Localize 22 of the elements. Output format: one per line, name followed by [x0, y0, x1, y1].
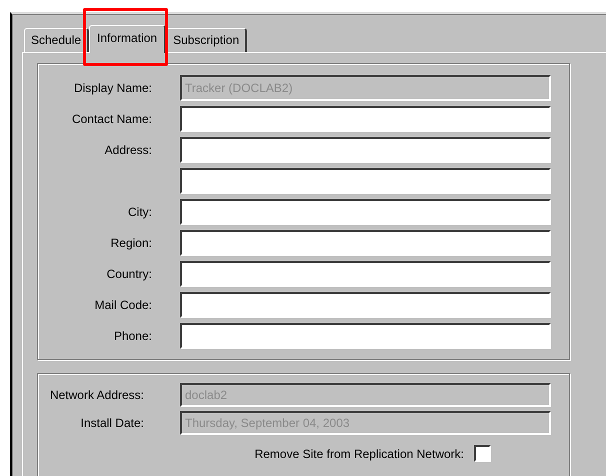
tab[interactable]: Subscription: [166, 28, 248, 52]
input-field[interactable]: [180, 323, 551, 349]
input-field[interactable]: [180, 137, 551, 163]
field-label: Network Address:: [48, 388, 144, 402]
checkbox-label: Remove Site from Replication Network:: [254, 446, 464, 460]
field-label: Contact Name:: [70, 112, 152, 126]
input-field[interactable]: [180, 199, 551, 225]
checkbox[interactable]: [474, 445, 491, 462]
tab[interactable]: Information: [89, 25, 166, 53]
field-label: Display Name:: [72, 81, 152, 95]
input-field[interactable]: [180, 230, 551, 256]
input-field[interactable]: [180, 106, 551, 132]
field-label: Region:: [110, 236, 152, 250]
field-label: Country:: [106, 267, 152, 281]
input-field[interactable]: [180, 292, 551, 318]
input-field[interactable]: [180, 261, 551, 287]
field-label: Phone:: [112, 329, 152, 343]
field-label: Mail Code:: [94, 298, 152, 312]
field-label: Install Date:: [80, 416, 144, 430]
field-label: Address:: [104, 143, 152, 157]
field-label: City:: [127, 205, 152, 219]
input-field[interactable]: [180, 168, 551, 194]
